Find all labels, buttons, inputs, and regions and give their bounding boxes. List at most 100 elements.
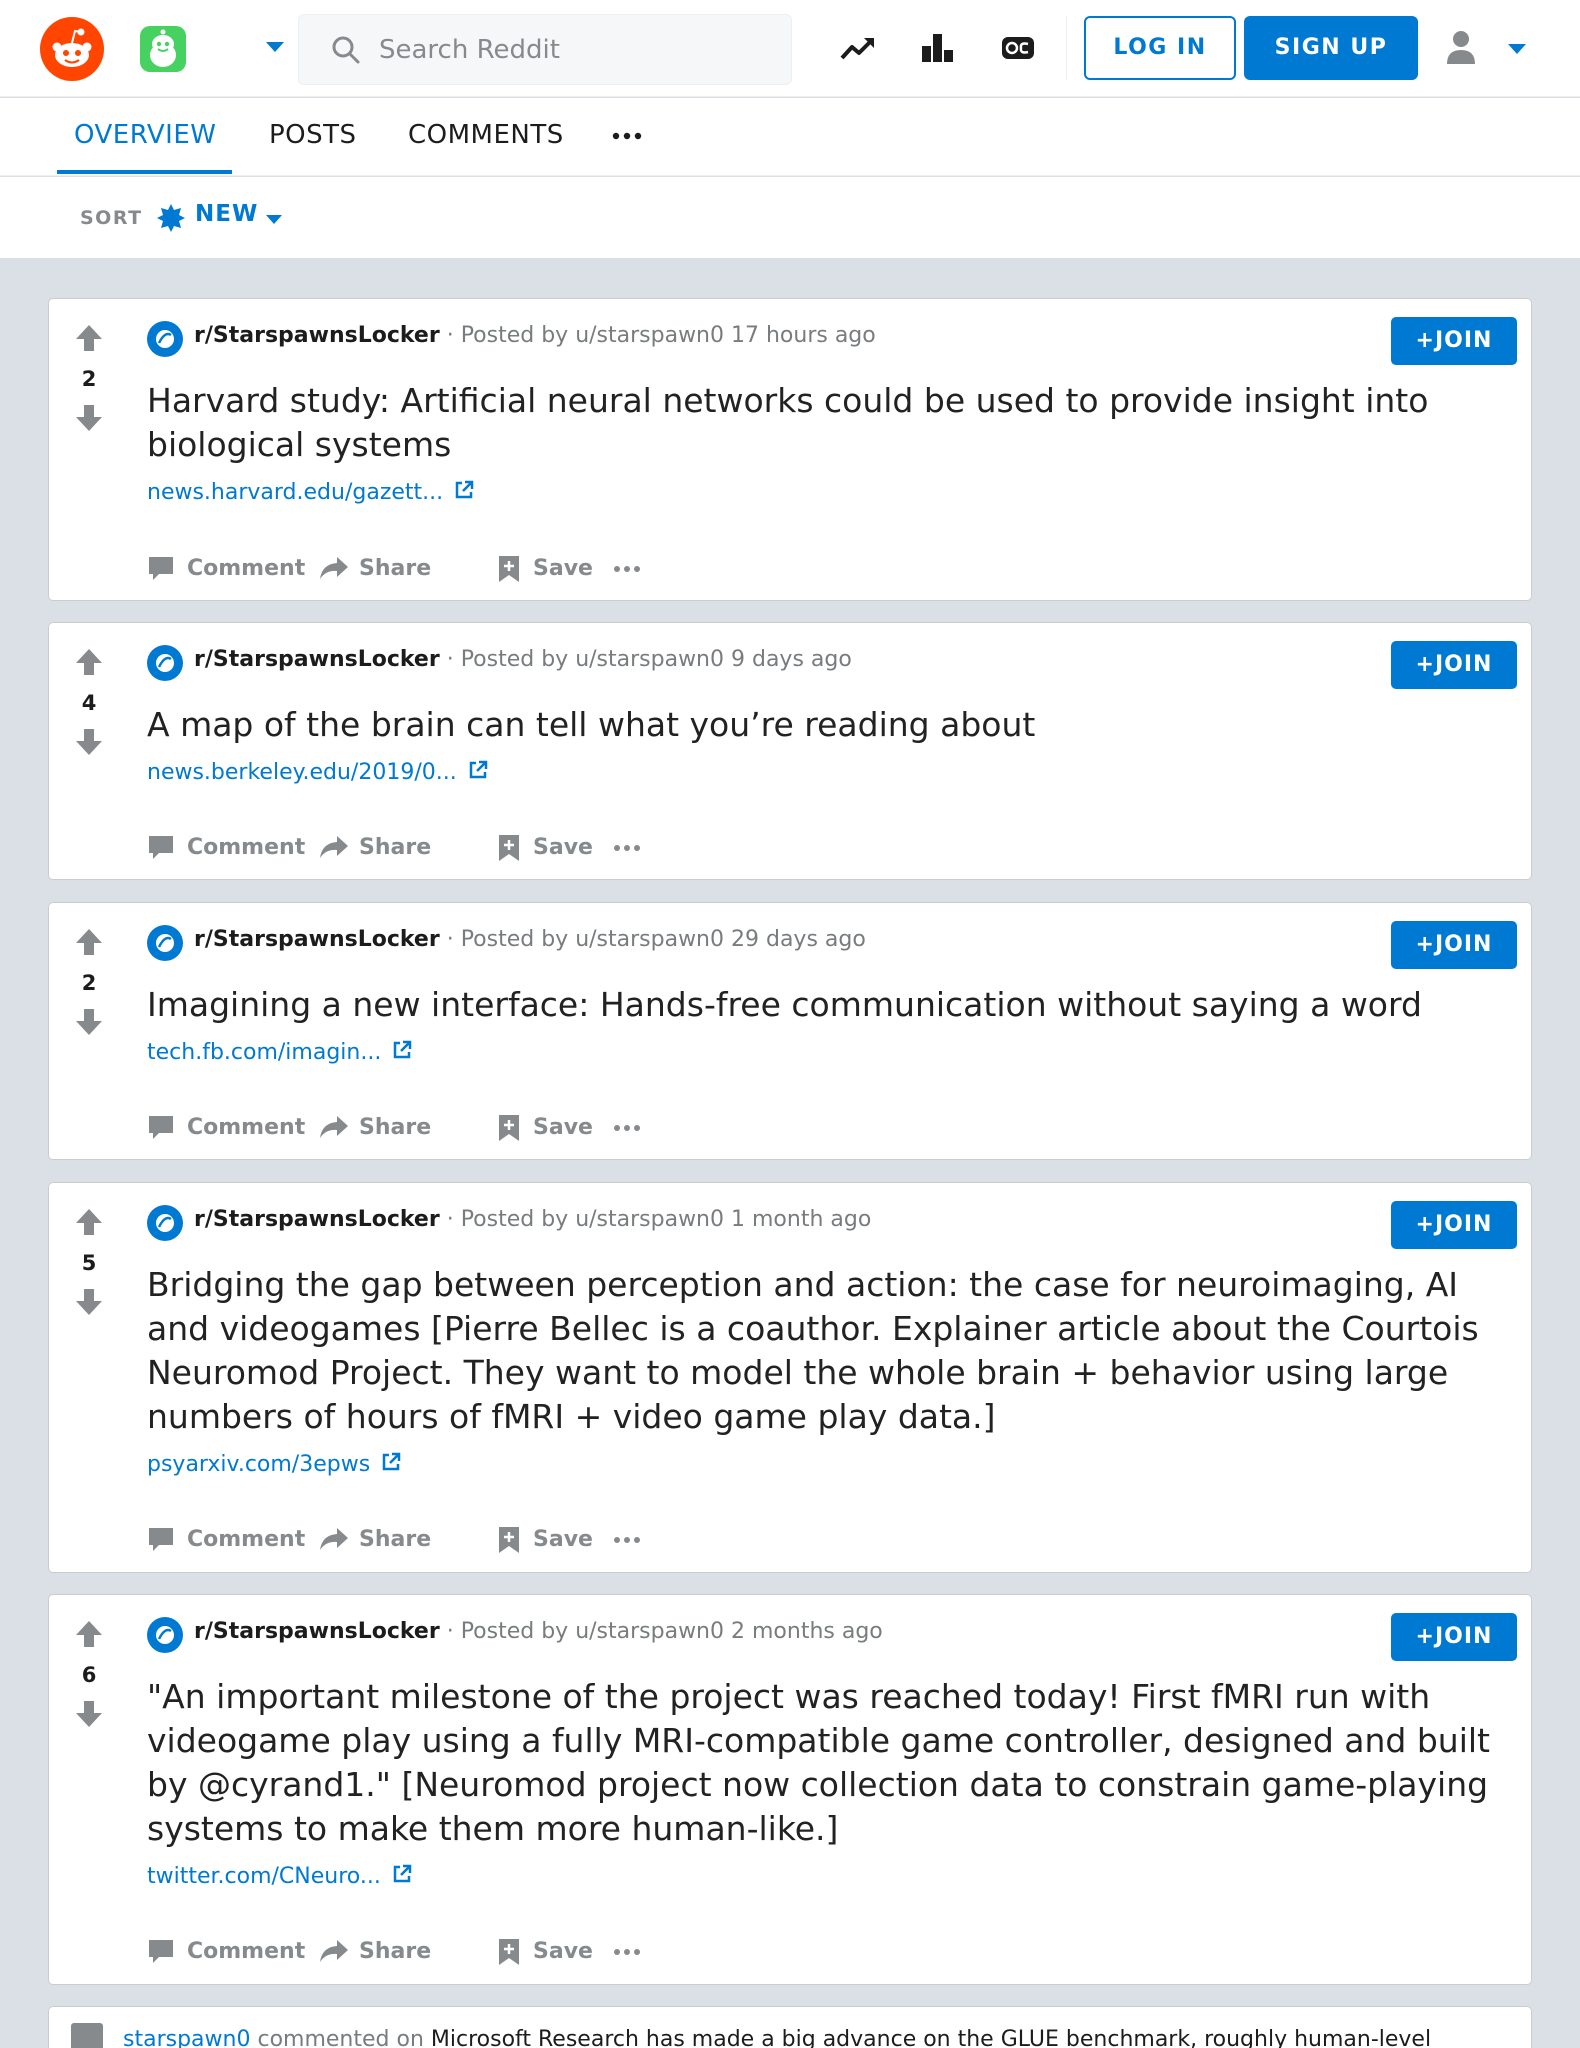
more-options-icon[interactable] bbox=[613, 1948, 641, 1956]
post-title[interactable]: Imagining a new interface: Hands-free co… bbox=[147, 983, 1517, 1027]
upvote-icon[interactable] bbox=[75, 1619, 103, 1649]
vote-count: 2 bbox=[81, 367, 97, 391]
subreddit-icon[interactable] bbox=[147, 645, 183, 681]
posted-by: Posted by u/starspawn0 17 hours ago bbox=[460, 323, 876, 348]
join-button[interactable]: +JOIN bbox=[1391, 1201, 1517, 1249]
more-options-icon[interactable] bbox=[613, 1124, 641, 1132]
comment-icon bbox=[149, 1528, 173, 1551]
post-title[interactable]: "An important milestone of the project w… bbox=[147, 1675, 1517, 1851]
tab-comments[interactable]: COMMENTS bbox=[408, 120, 564, 150]
search-input[interactable] bbox=[379, 29, 779, 71]
posted-by: Posted by u/starspawn0 2 months ago bbox=[460, 1619, 883, 1644]
upvote-icon[interactable] bbox=[75, 323, 103, 353]
comment-icon bbox=[149, 836, 173, 859]
user-dropdown-caret-icon[interactable] bbox=[1508, 44, 1526, 54]
user-icon[interactable] bbox=[1444, 28, 1478, 68]
more-options-icon[interactable] bbox=[613, 1536, 641, 1544]
external-link-icon bbox=[469, 760, 487, 779]
more-tabs-icon[interactable] bbox=[612, 132, 642, 140]
post-title[interactable]: A map of the brain can tell what you’re … bbox=[147, 703, 1517, 747]
community-dropdown-caret-icon[interactable] bbox=[266, 42, 284, 52]
post-card[interactable]: 5 r/StarspawnsLocker · Posted by u/stars… bbox=[48, 1182, 1532, 1573]
snoo-avatar-icon[interactable] bbox=[140, 26, 186, 72]
subreddit-name[interactable]: r/StarspawnsLocker bbox=[194, 1619, 440, 1644]
share-icon bbox=[320, 1528, 348, 1550]
vote-count: 4 bbox=[81, 691, 97, 715]
post-title[interactable]: Harvard study: Artificial neural network… bbox=[147, 379, 1517, 467]
downvote-icon[interactable] bbox=[75, 1287, 103, 1317]
save-icon bbox=[499, 1527, 519, 1553]
more-options-icon[interactable] bbox=[613, 565, 641, 573]
post-meta: r/StarspawnsLocker · Posted by u/starspa… bbox=[194, 927, 866, 952]
subreddit-icon[interactable] bbox=[147, 1205, 183, 1241]
login-button[interactable]: LOG IN bbox=[1084, 16, 1236, 80]
subreddit-name[interactable]: r/StarspawnsLocker bbox=[194, 1207, 440, 1232]
profile-tabs: OVERVIEW POSTS COMMENTS bbox=[0, 98, 1580, 176]
posted-by: Posted by u/starspawn0 29 days ago bbox=[460, 927, 866, 952]
header-divider bbox=[1066, 16, 1067, 80]
tab-overview[interactable]: OVERVIEW bbox=[74, 120, 216, 150]
comment-icon bbox=[149, 1940, 173, 1963]
post-link[interactable]: psyarxiv.com/3epws bbox=[147, 1451, 402, 1477]
active-tab-indicator bbox=[57, 170, 232, 174]
sort-label: SORT bbox=[80, 207, 143, 229]
reddit-logo-icon[interactable] bbox=[40, 17, 104, 81]
sort-caret-icon[interactable] bbox=[266, 215, 282, 224]
subreddit-name[interactable]: r/StarspawnsLocker bbox=[194, 323, 440, 348]
save-icon bbox=[499, 556, 519, 582]
post-link[interactable]: news.berkeley.edu/2019/0... bbox=[147, 759, 489, 785]
subreddit-name[interactable]: r/StarspawnsLocker bbox=[194, 927, 440, 952]
oc-icon[interactable] bbox=[998, 28, 1038, 68]
share-icon bbox=[320, 557, 348, 579]
post-card[interactable]: 2 r/StarspawnsLocker · Posted by u/stars… bbox=[48, 298, 1532, 601]
posted-by: Posted by u/starspawn0 1 month ago bbox=[460, 1207, 872, 1232]
post-title[interactable]: Bridging the gap between perception and … bbox=[147, 1263, 1517, 1439]
comment-icon bbox=[71, 2023, 103, 2048]
share-icon bbox=[320, 1116, 348, 1138]
signup-button[interactable]: SIGN UP bbox=[1244, 16, 1418, 80]
post-card[interactable]: 6 r/StarspawnsLocker · Posted by u/stars… bbox=[48, 1594, 1532, 1985]
more-options-icon[interactable] bbox=[613, 844, 641, 852]
downvote-icon[interactable] bbox=[75, 1699, 103, 1729]
subreddit-icon[interactable] bbox=[147, 321, 183, 357]
leaderboard-icon[interactable] bbox=[918, 28, 958, 68]
share-icon bbox=[320, 1940, 348, 1962]
popular-icon[interactable] bbox=[838, 28, 878, 68]
sort-dropdown[interactable]: NEW bbox=[195, 201, 258, 227]
post-link[interactable]: news.harvard.edu/gazett... bbox=[147, 479, 475, 505]
subreddit-icon[interactable] bbox=[147, 925, 183, 961]
join-button[interactable]: +JOIN bbox=[1391, 317, 1517, 365]
external-link-icon bbox=[394, 1040, 412, 1059]
upvote-icon[interactable] bbox=[75, 647, 103, 677]
downvote-icon[interactable] bbox=[75, 403, 103, 433]
post-meta: r/StarspawnsLocker · Posted by u/starspa… bbox=[194, 1619, 883, 1644]
post-card[interactable]: 2 r/StarspawnsLocker · Posted by u/stars… bbox=[48, 902, 1532, 1160]
search-box[interactable] bbox=[298, 14, 792, 85]
upvote-icon[interactable] bbox=[75, 1207, 103, 1237]
subreddit-icon[interactable] bbox=[147, 1617, 183, 1653]
subreddit-name[interactable]: r/StarspawnsLocker bbox=[194, 647, 440, 672]
external-link-icon bbox=[382, 1452, 401, 1471]
top-header: LOG IN SIGN UP bbox=[0, 0, 1580, 97]
tab-posts[interactable]: POSTS bbox=[269, 120, 357, 150]
comment-icon bbox=[149, 1116, 173, 1139]
comment-card[interactable]: starspawn0 commented on Microsoft Resear… bbox=[48, 2006, 1532, 2048]
downvote-icon[interactable] bbox=[75, 1007, 103, 1037]
upvote-icon[interactable] bbox=[75, 927, 103, 957]
post-card[interactable]: 4 r/StarspawnsLocker · Posted by u/stars… bbox=[48, 622, 1532, 880]
comment-icon bbox=[149, 557, 173, 580]
comment-author[interactable]: starspawn0 bbox=[123, 2027, 250, 2048]
join-button[interactable]: +JOIN bbox=[1391, 1613, 1517, 1661]
comment-post-title[interactable]: Microsoft Research has made a big advanc… bbox=[431, 2027, 1431, 2048]
external-link-icon bbox=[455, 480, 474, 499]
posted-by: Posted by u/starspawn0 9 days ago bbox=[460, 647, 852, 672]
post-meta: r/StarspawnsLocker · Posted by u/starspa… bbox=[194, 1207, 872, 1232]
join-button[interactable]: +JOIN bbox=[1391, 921, 1517, 969]
join-button[interactable]: +JOIN bbox=[1391, 641, 1517, 689]
post-link[interactable]: tech.fb.com/imagin... bbox=[147, 1039, 413, 1065]
new-burst-icon[interactable] bbox=[156, 203, 186, 233]
comment-summary: starspawn0 commented on Microsoft Resear… bbox=[123, 2027, 1431, 2048]
post-meta: r/StarspawnsLocker · Posted by u/starspa… bbox=[194, 647, 852, 672]
post-link[interactable]: twitter.com/CNeuro... bbox=[147, 1863, 413, 1889]
downvote-icon[interactable] bbox=[75, 727, 103, 757]
